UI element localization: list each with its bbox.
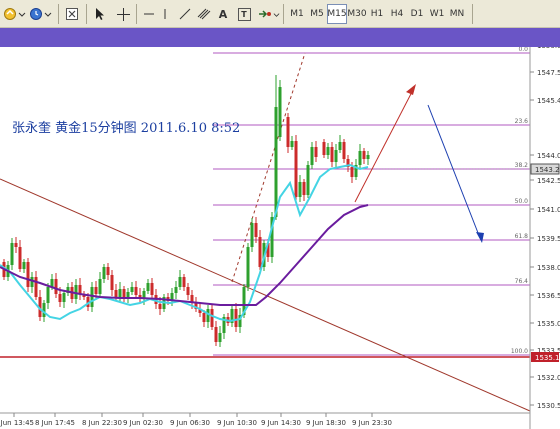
fib-50-label: 50.0 xyxy=(515,198,529,205)
price-tick: 1530.5 xyxy=(537,402,560,410)
candle xyxy=(286,113,290,153)
timeframe-w1[interactable]: W1 xyxy=(427,4,447,24)
price-tick: 1550.0 xyxy=(537,47,560,50)
chevron-down-icon[interactable] xyxy=(43,4,53,24)
price-tick: 1532.0 xyxy=(537,374,560,382)
timeframe-h4[interactable]: H4 xyxy=(387,4,407,24)
support-price-label: 1535.1 xyxy=(535,354,560,362)
time-tick: 9 Jun 14:30 xyxy=(261,419,301,427)
price-tick: 1538.0 xyxy=(537,264,560,272)
candle xyxy=(246,243,250,291)
timeframe-m1[interactable]: M1 xyxy=(287,4,307,24)
price-tick: 1545.4 xyxy=(537,97,560,105)
candle xyxy=(294,135,298,201)
price-tick: 1541.0 xyxy=(537,206,560,214)
timeframe-d1[interactable]: D1 xyxy=(407,4,427,24)
price-tick: 1539.5 xyxy=(537,235,560,243)
crosshair-icon[interactable] xyxy=(116,4,130,24)
price-tick: 1544.0 xyxy=(537,152,560,160)
fib-0-label: 0.0 xyxy=(518,47,528,53)
timeframe-m30[interactable]: M30 xyxy=(347,4,367,24)
time-tick: 9 Jun 18:30 xyxy=(306,419,346,427)
price-tick: 1535.0 xyxy=(537,320,560,328)
fib-23-6-label: 23.6 xyxy=(515,118,529,125)
time-tick: 9 Jun 23:30 xyxy=(352,419,392,427)
price-tick: 1542.5 xyxy=(537,177,560,185)
time-tick: 7 Jun 13:45 xyxy=(0,419,34,427)
cursor-icon[interactable] xyxy=(93,4,107,24)
text-icon[interactable]: A xyxy=(216,4,230,24)
time-tick: 8 Jun 22:30 xyxy=(82,419,122,427)
time-tick: 9 Jun 06:30 xyxy=(170,419,210,427)
time-tick: 8 Jun 17:45 xyxy=(35,419,75,427)
fib-61-8-label: 61.8 xyxy=(515,233,529,240)
timeframe-m15[interactable]: M15 xyxy=(327,4,347,24)
chevron-down-icon[interactable] xyxy=(272,4,280,24)
channel-icon[interactable] xyxy=(196,4,212,24)
clock-icon[interactable] xyxy=(29,4,43,24)
new-order-icon[interactable] xyxy=(3,4,17,24)
time-tick: 9 Jun 10:30 xyxy=(217,419,257,427)
price-chart[interactable]: 0.0 23.6 38.2 50.0 61.8 76.4 100.0 1550.0 1547.… xyxy=(0,47,560,429)
candle xyxy=(250,218,254,252)
candle xyxy=(26,258,30,292)
fib-100-label: 100.0 xyxy=(511,348,528,355)
timeframe-m5[interactable]: M5 xyxy=(307,4,327,24)
annotation-title: 张永奎 黄金15分钟图 2011.6.10 8:52 xyxy=(12,120,240,136)
label-icon[interactable]: T xyxy=(237,4,251,24)
time-tick: 9 Jun 02:30 xyxy=(123,419,163,427)
toolbar: A T M1 M5 M15 M30 H1 H4 D1 W1 MN xyxy=(0,0,560,28)
chevron-down-icon[interactable] xyxy=(17,4,27,24)
trendline-icon[interactable] xyxy=(178,4,192,24)
chart-window-titlebar[interactable] xyxy=(0,28,560,47)
fib-38-2-label: 38.2 xyxy=(515,162,529,169)
timeframe-h1[interactable]: H1 xyxy=(367,4,387,24)
hline-icon[interactable] xyxy=(142,4,156,24)
fib-76-4-label: 76.4 xyxy=(515,278,529,285)
timeframe-mn[interactable]: MN xyxy=(447,4,467,24)
candle xyxy=(306,161,310,198)
price-tick: 1536.5 xyxy=(537,292,560,300)
current-price-label: 1543.2 xyxy=(535,166,560,174)
arrow-icon[interactable] xyxy=(258,4,272,24)
vline-icon[interactable] xyxy=(158,4,172,24)
close-window-icon[interactable] xyxy=(64,4,80,24)
price-tick: 1547.5 xyxy=(537,69,560,77)
